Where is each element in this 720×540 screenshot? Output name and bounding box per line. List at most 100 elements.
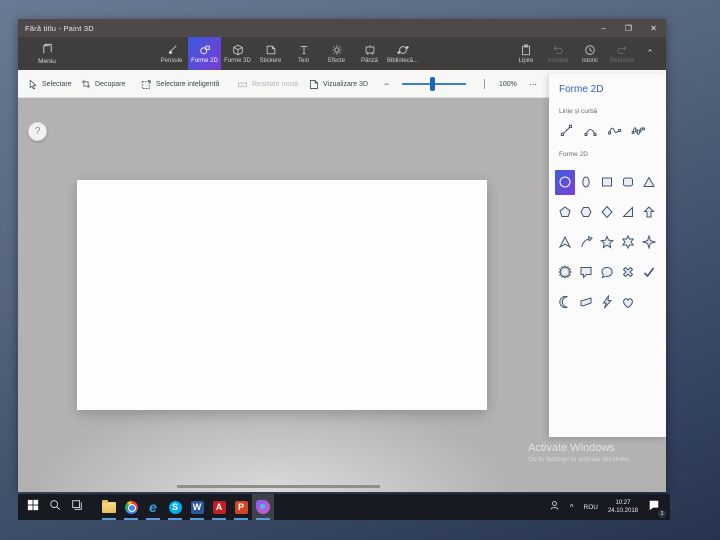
shape-triangle[interactable] xyxy=(639,170,659,195)
crop-button[interactable]: Decupare xyxy=(81,70,125,98)
menu-button[interactable]: Meniu xyxy=(26,37,68,70)
shape-rounded-square[interactable] xyxy=(618,170,638,195)
chrome-button[interactable] xyxy=(120,494,142,520)
open-indicator xyxy=(256,518,270,520)
undo-button[interactable]: Anulare xyxy=(542,37,574,70)
drawing-canvas[interactable] xyxy=(77,180,487,410)
watermark-line1: Activate Windows xyxy=(528,442,615,454)
redo-button[interactable]: Refacere xyxy=(606,37,638,70)
hidden-icons-button[interactable]: ^ xyxy=(565,494,579,520)
tab-forme-3d[interactable]: Forme 3D xyxy=(221,37,254,70)
zoom-level[interactable]: 100% xyxy=(499,70,517,98)
action-label: Lipire xyxy=(518,57,534,64)
file-explorer-button[interactable] xyxy=(98,494,120,520)
shape-star-6[interactable] xyxy=(618,230,638,255)
word-icon: W xyxy=(190,500,204,514)
search-button[interactable] xyxy=(44,494,66,520)
menu-label: Meniu xyxy=(38,57,56,65)
start-button[interactable] xyxy=(22,494,44,520)
close-button[interactable]: ✕ xyxy=(641,19,666,37)
shape-right-triangle[interactable] xyxy=(618,200,638,225)
tab-biblioteca[interactable]: Bibliotecă... xyxy=(386,37,419,70)
paste-button[interactable]: Lipire xyxy=(510,37,542,70)
open-indicator xyxy=(124,518,138,520)
notification-badge: 1 xyxy=(658,510,666,518)
acrobat-button[interactable]: A xyxy=(208,494,230,520)
horizontal-scrollbar[interactable] xyxy=(177,485,380,488)
shape-oval[interactable] xyxy=(576,170,596,195)
powerpoint-button[interactable]: P xyxy=(230,494,252,520)
shape-cross[interactable] xyxy=(618,260,638,285)
tab-pensule[interactable]: Pensule xyxy=(155,37,188,70)
help-button[interactable]: ? xyxy=(28,122,47,141)
paint3d-taskbar-button[interactable] xyxy=(252,494,274,520)
minimize-button[interactable]: – xyxy=(591,19,616,37)
tab-stickere[interactable]: Stickere xyxy=(254,37,287,70)
collapse-ribbon-button[interactable]: ⌃ xyxy=(638,37,662,70)
shape-star-4[interactable] xyxy=(639,230,659,255)
zoom-slider[interactable] xyxy=(402,77,466,91)
shape-circle[interactable] xyxy=(554,169,575,195)
shape-star-5[interactable] xyxy=(597,230,617,255)
slide-background: Fără titlu - Paint 3D – ❐ ✕ Meniu Pensul… xyxy=(0,0,720,540)
tab-label: Pânză xyxy=(360,57,378,64)
mixed-reality-button[interactable]: Realitate mixtă xyxy=(237,70,298,98)
shape-arrow-up[interactable] xyxy=(639,200,659,225)
window-title: Fără titlu - Paint 3D xyxy=(25,23,94,33)
line-tools-row xyxy=(549,122,666,138)
notification-center-button[interactable]: 1 xyxy=(643,494,666,520)
tray-time: 10:27 xyxy=(615,499,631,506)
double-curve-tool[interactable] xyxy=(630,122,646,138)
clock[interactable]: 10:27 24.10.2018 xyxy=(603,494,643,520)
shape-curved-arrow[interactable] xyxy=(576,230,596,255)
shape-arrowhead[interactable] xyxy=(555,230,575,255)
system-tray: ^ ROU 10:27 24.10.2018 1 xyxy=(544,494,670,520)
edge-button[interactable]: e xyxy=(142,494,164,520)
canvas-icon xyxy=(364,44,376,56)
shape-crescent[interactable] xyxy=(555,290,575,315)
tab-efecte[interactable]: Efecte xyxy=(320,37,353,70)
text-icon xyxy=(298,44,310,56)
line-tool[interactable] xyxy=(558,122,574,138)
shape-checkmark[interactable] xyxy=(639,260,659,285)
shape-heart[interactable] xyxy=(618,290,638,315)
language-indicator[interactable]: ROU xyxy=(579,494,603,520)
skype-button[interactable]: S xyxy=(164,494,186,520)
tab-forme-2d[interactable]: Forme 2D xyxy=(188,37,221,70)
zoom-more-button[interactable]: ⋯ xyxy=(529,70,537,98)
word-button[interactable]: W xyxy=(186,494,208,520)
history-button[interactable]: Istoric xyxy=(574,37,606,70)
shape-diamond[interactable] xyxy=(597,200,617,225)
tab-label: Forme 3D xyxy=(224,57,251,64)
undo-icon xyxy=(552,44,564,56)
shape-hexagon[interactable] xyxy=(576,200,596,225)
main-toolbar: Meniu Pensule Forme 2D Forme 3D Stickere… xyxy=(18,37,666,70)
task-view-button[interactable] xyxy=(66,494,88,520)
tab-text[interactable]: Text xyxy=(287,37,320,70)
select-button[interactable]: Selectare xyxy=(28,70,72,98)
tab-panza[interactable]: Pânză xyxy=(353,37,386,70)
view-3d-button[interactable]: Vizualizare 3D xyxy=(308,70,368,98)
sub-item-label: Realitate mixtă xyxy=(252,80,299,88)
shape-pentagon[interactable] xyxy=(555,200,575,225)
zoom-slider-thumb[interactable] xyxy=(430,77,435,91)
people-button[interactable] xyxy=(544,494,565,520)
crop-icon xyxy=(81,79,91,89)
shape-speech-bubble-round[interactable] xyxy=(597,260,617,285)
magic-select-button[interactable]: Selectare inteligentă xyxy=(141,70,219,98)
curve-tool[interactable] xyxy=(582,122,598,138)
action-label: Refacere xyxy=(609,57,635,64)
task-view-icon xyxy=(71,498,83,516)
shape-lightning[interactable] xyxy=(597,290,617,315)
zoom-out-button[interactable]: − xyxy=(384,70,389,98)
shape-banner[interactable] xyxy=(576,290,596,315)
restore-button[interactable]: ❐ xyxy=(616,19,641,37)
shapes-2d-icon xyxy=(199,44,211,56)
shape-starburst[interactable] xyxy=(555,260,575,285)
shape-speech-bubble-square[interactable] xyxy=(576,260,596,285)
shape-square[interactable] xyxy=(597,170,617,195)
tab-strip: Pensule Forme 2D Forme 3D Stickere Text … xyxy=(155,37,419,70)
shape-grid xyxy=(549,167,666,317)
wave-tool[interactable] xyxy=(606,122,622,138)
sub-item-label: Vizualizare 3D xyxy=(323,80,369,88)
